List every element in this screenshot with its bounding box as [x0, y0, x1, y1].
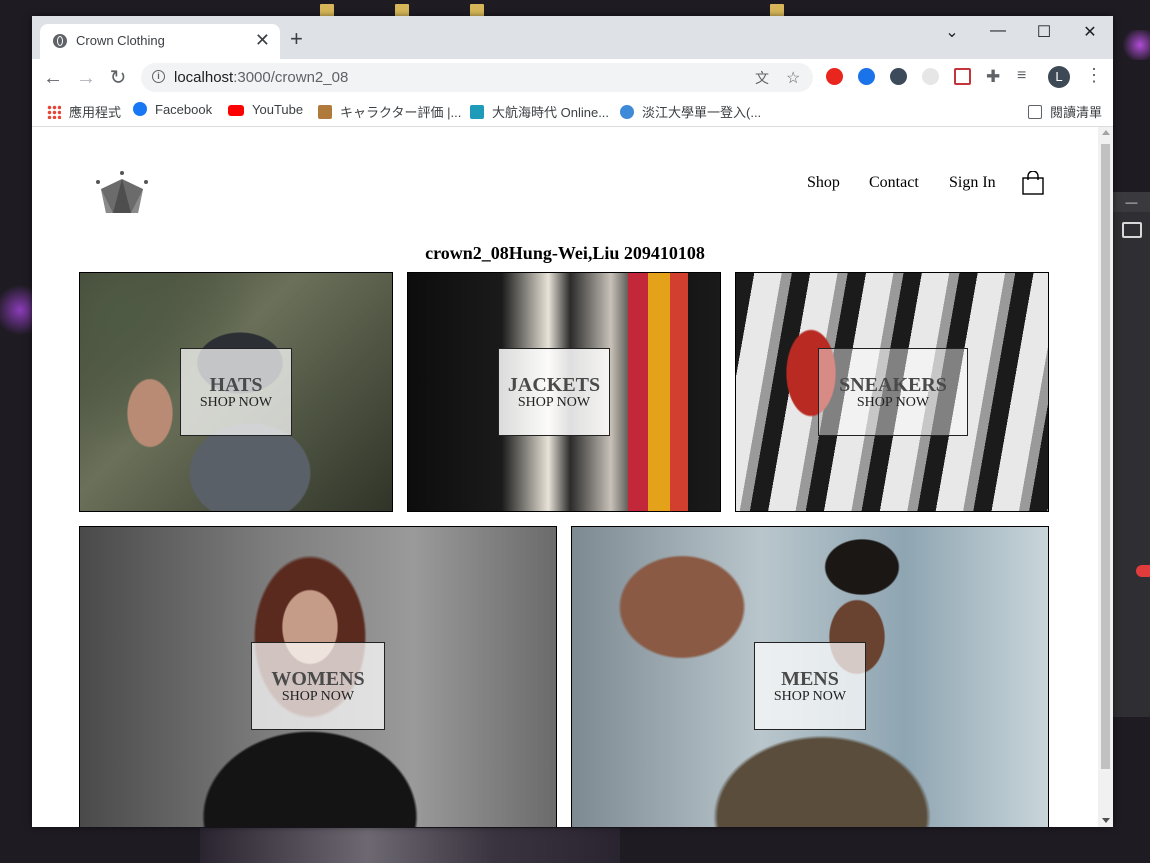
- category-label-box: HATS SHOP NOW: [180, 348, 292, 436]
- scroll-down-arrow-icon[interactable]: [1102, 818, 1110, 823]
- bookmark-label: 大航海時代 Online...: [492, 105, 610, 120]
- reading-list-icon: [1028, 105, 1042, 119]
- shop-now-label: SHOP NOW: [281, 689, 355, 704]
- desktop-wallpaper-art: [200, 828, 620, 863]
- category-title: SNEAKERS: [839, 374, 947, 396]
- tab-title: Crown Clothing: [76, 33, 165, 48]
- extension-bookmark-icon[interactable]: [858, 68, 875, 85]
- media-control-icon[interactable]: ≡: [1017, 67, 1026, 85]
- tab-crown-clothing[interactable]: Crown Clothing ✕: [40, 24, 280, 59]
- new-tab-button[interactable]: +: [290, 28, 303, 50]
- url-text[interactable]: localhost:3000/crown2_08: [174, 69, 348, 86]
- category-label-box: MENS SHOP NOW: [754, 642, 866, 730]
- notification-badge: [1136, 565, 1150, 577]
- category-tile-jackets[interactable]: JACKETS SHOP NOW: [407, 272, 721, 512]
- extension-adblock-icon[interactable]: [826, 68, 843, 85]
- ship-icon: [470, 105, 484, 119]
- address-bar[interactable]: i localhost:3000/crown2_08 文 ☆: [141, 63, 813, 92]
- page-viewport: Shop Contact Sign In crown2_08Hung-Wei,L…: [32, 127, 1098, 827]
- nav-contact[interactable]: Contact: [869, 174, 919, 192]
- url-host: localhost: [174, 69, 234, 86]
- page-scrollbar[interactable]: [1098, 127, 1113, 827]
- category-label-box: SNEAKERS SHOP NOW: [818, 348, 968, 436]
- forward-icon[interactable]: →: [73, 65, 99, 91]
- bookmark-star-icon[interactable]: ☆: [786, 68, 800, 88]
- extension-shield-icon[interactable]: [954, 68, 971, 85]
- reading-list[interactable]: 閱讀清單: [1028, 102, 1102, 121]
- crown-logo-icon[interactable]: [95, 171, 149, 215]
- category-title: WOMENS: [271, 668, 365, 690]
- reload-icon[interactable]: ↻: [105, 65, 131, 91]
- category-title: MENS: [781, 668, 839, 690]
- extension-cloud-icon[interactable]: [922, 68, 939, 85]
- category-label-box: WOMENS SHOP NOW: [251, 642, 385, 730]
- browser-toolbar: ← → ↻ i localhost:3000/crown2_08 文 ☆ ✚ ≡…: [32, 59, 1113, 96]
- bookmark-daikoukai[interactable]: 大航海時代 Online...: [470, 102, 609, 121]
- shop-now-label: SHOP NOW: [199, 395, 273, 410]
- apps-grid-icon: [47, 105, 61, 119]
- inbox-icon[interactable]: [1121, 222, 1142, 238]
- extensions-puzzle-icon[interactable]: ✚: [986, 67, 1000, 87]
- facebook-icon: [133, 102, 147, 116]
- minimize-icon[interactable]: —: [1113, 192, 1150, 212]
- shop-now-label: SHOP NOW: [773, 689, 847, 704]
- url-path: :3000/crown2_08: [233, 69, 349, 86]
- scroll-up-arrow-icon[interactable]: [1102, 130, 1110, 135]
- nav-shop[interactable]: Shop: [807, 174, 840, 192]
- category-label-box: JACKETS SHOP NOW: [498, 348, 610, 436]
- bookmark-tku-sso[interactable]: 淡江大學單一登入(...: [620, 102, 761, 121]
- bookmark-youtube[interactable]: YouTube: [228, 102, 303, 117]
- minimize-button[interactable]: —: [983, 22, 1013, 40]
- category-tile-womens[interactable]: WOMENS SHOP NOW: [79, 526, 557, 827]
- shopping-bag-icon[interactable]: [1022, 171, 1044, 195]
- people-icon: [620, 105, 634, 119]
- info-icon[interactable]: i: [152, 70, 165, 83]
- desktop-glow: [1120, 30, 1150, 60]
- shop-now-label: SHOP NOW: [856, 395, 930, 410]
- category-title: HATS: [209, 374, 263, 396]
- maximize-button[interactable]: ☐: [1029, 22, 1059, 42]
- youtube-icon: [228, 105, 244, 116]
- bookmarks-bar: 應用程式 Facebook YouTube キャラクター評価 |... 大航海時…: [32, 96, 1113, 127]
- tab-bar: Crown Clothing ✕ + ⌄ — ☐ ✕: [32, 16, 1113, 59]
- page-title: crown2_08Hung-Wei,Liu 209410108: [425, 243, 705, 263]
- category-tile-hats[interactable]: HATS SHOP NOW: [79, 272, 393, 512]
- bookmark-label: 應用程式: [69, 105, 122, 120]
- close-tab-icon[interactable]: ✕: [255, 30, 270, 50]
- menu-kebab-icon[interactable]: ⋮: [1085, 65, 1103, 86]
- character-icon: [318, 105, 332, 119]
- translate-icon[interactable]: 文: [755, 68, 769, 88]
- profile-avatar[interactable]: L: [1048, 66, 1070, 88]
- browser-window: Crown Clothing ✕ + ⌄ — ☐ ✕ ← → ↻ i local…: [32, 16, 1113, 827]
- category-tile-mens[interactable]: MENS SHOP NOW: [571, 526, 1049, 827]
- bookmark-facebook[interactable]: Facebook: [133, 102, 212, 117]
- bookmark-label: Facebook: [155, 102, 213, 117]
- background-app-panel: —: [1113, 192, 1150, 717]
- close-window-button[interactable]: ✕: [1075, 22, 1105, 42]
- bookmark-character[interactable]: キャラクター評価 |...: [318, 102, 461, 121]
- category-title: JACKETS: [507, 374, 601, 396]
- bookmark-label: YouTube: [252, 102, 304, 117]
- tab-search-icon[interactable]: ⌄: [937, 22, 967, 42]
- bookmark-apps[interactable]: 應用程式: [47, 102, 121, 121]
- category-tile-sneakers[interactable]: SNEAKERS SHOP NOW: [735, 272, 1049, 512]
- scrollbar-thumb[interactable]: [1101, 144, 1110, 769]
- globe-icon: [53, 34, 67, 48]
- bookmark-label: キャラクター評価 |...: [340, 105, 462, 120]
- back-icon[interactable]: ←: [40, 65, 66, 91]
- bookmark-label: 淡江大學單一登入(...: [642, 105, 762, 120]
- bookmark-label: 閱讀清單: [1050, 105, 1103, 120]
- extension-grammar-icon[interactable]: [890, 68, 907, 85]
- nav-sign-in[interactable]: Sign In: [949, 174, 996, 192]
- shop-now-label: SHOP NOW: [517, 395, 591, 410]
